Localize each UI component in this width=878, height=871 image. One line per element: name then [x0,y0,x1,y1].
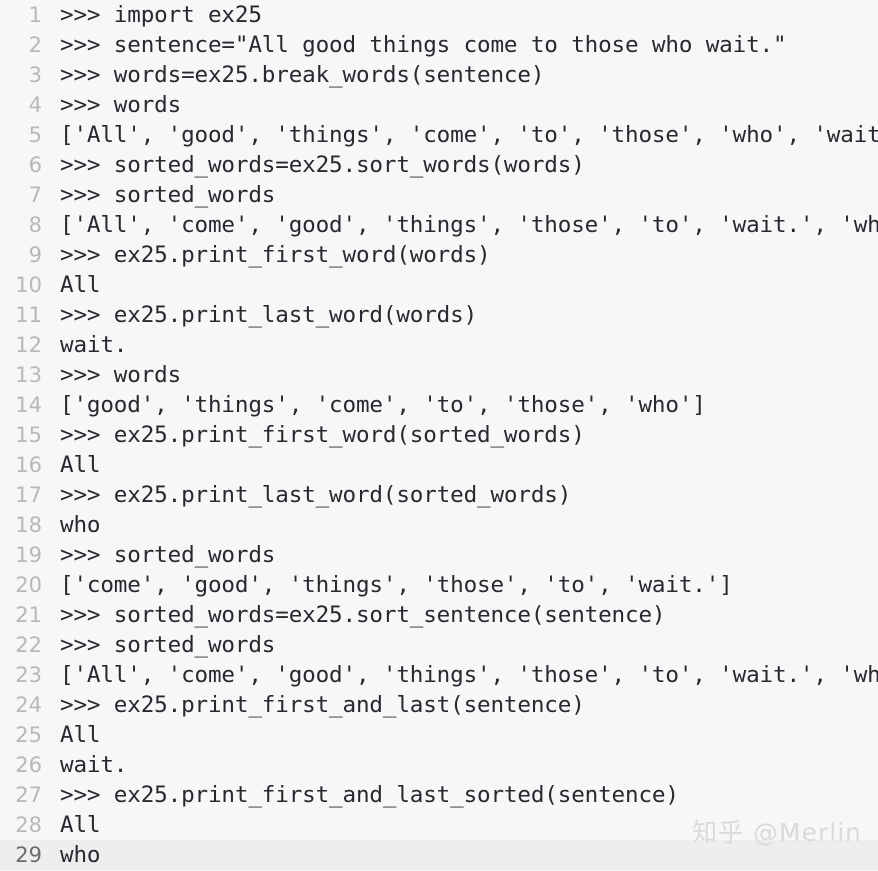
line-number: 14 [15,393,42,417]
code-line: 16 All [0,450,878,480]
code-line: 15 >>> ex25.print_first_word(sorted_words… [0,420,878,450]
line-number: 20 [15,573,42,597]
line-number: 18 [15,513,42,537]
code-line: 19 >>> sorted_words [0,540,878,570]
line-number: 19 [15,543,42,567]
code-line: 29 who [0,840,878,870]
code-line: 1 >>> import ex25 [0,0,878,30]
code-line-text: who [60,842,101,868]
code-line-text: >>> sorted_words=ex25.sort_sentence(sent… [60,602,666,628]
line-number: 21 [15,603,42,627]
line-number: 2 [28,33,42,57]
line-number: 13 [15,363,42,387]
code-line-text: >>> ex25.print_first_word(sorted_words) [60,422,585,448]
code-line-text: >>> ex25.print_last_word(words) [60,302,478,328]
code-line: 14 ['good', 'things', 'come', 'to', 'thos… [0,390,878,420]
code-line: 22 >>> sorted_words [0,630,878,660]
code-line: 9 >>> ex25.print_first_word(words) [0,240,878,270]
code-line: 6 >>> sorted_words=ex25.sort_words(words) [0,150,878,180]
code-line-text: All [60,812,101,838]
line-number: 6 [28,153,42,177]
code-line-text: >>> words [60,362,182,388]
code-line: 24 >>> ex25.print_first_and_last(sentence… [0,690,878,720]
code-line: 18 who [0,510,878,540]
code-line-list: 1 >>> import ex25 2 >>> sentence="All good … [0,0,878,870]
code-line: 12 wait. [0,330,878,360]
code-line-text: >>> ex25.print_first_word(words) [60,242,491,268]
code-line: 11 >>> ex25.print_last_word(words) [0,300,878,330]
code-line-text: All [60,272,101,298]
line-number: 22 [15,633,42,657]
code-line: 4 >>> words [0,90,878,120]
code-line-text: wait. [60,332,128,358]
code-line: 26 wait. [0,750,878,780]
code-line-text: >>> sorted_words [60,182,276,208]
code-line-text: ['All', 'come', 'good', 'things', 'those… [60,662,878,688]
code-line: 3 >>> words=ex25.break_words(sentence) [0,60,878,90]
line-number: 28 [15,813,42,837]
code-line: 2 >>> sentence="All good things come to t… [0,30,878,60]
code-line-text: All [60,722,101,748]
code-line-text: >>> ex25.print_last_word(sorted_words) [60,482,572,508]
code-line: 23 ['All', 'come', 'good', 'things', 'tho… [0,660,878,690]
code-line-text: All [60,452,101,478]
code-line-text: wait. [60,752,128,778]
code-line-text: >>> sentence="All good things come to th… [60,32,787,58]
code-line-text: >>> words=ex25.break_words(sentence) [60,62,545,88]
line-number: 8 [28,213,42,237]
code-line: 5 ['All', 'good', 'things', 'come', 'to',… [0,120,878,150]
code-line-text: >>> ex25.print_first_and_last_sorted(sen… [60,782,679,808]
line-number: 3 [28,63,42,87]
line-number: 25 [15,723,42,747]
code-line-text: >>> import ex25 [60,2,262,28]
code-line: 25 All [0,720,878,750]
code-line-text: >>> sorted_words [60,542,276,568]
code-line-text: >>> words [60,92,182,118]
code-line: 7 >>> sorted_words [0,180,878,210]
line-number: 5 [28,123,42,147]
line-number: 29 [15,843,42,867]
line-number: 27 [15,783,42,807]
line-number: 4 [28,93,42,117]
code-line: 8 ['All', 'come', 'good', 'things', 'thos… [0,210,878,240]
code-line: 21 >>> sorted_words=ex25.sort_sentence(se… [0,600,878,630]
line-number: 9 [28,243,42,267]
line-number: 12 [15,333,42,357]
code-block: 1 >>> import ex25 2 >>> sentence="All good … [0,0,878,871]
code-line-text: ['come', 'good', 'things', 'those', 'to'… [60,572,733,598]
line-number: 16 [15,453,42,477]
line-number: 10 [15,273,42,297]
line-number: 23 [15,663,42,687]
code-line-text: who [60,512,101,538]
code-line-text: ['All', 'come', 'good', 'things', 'those… [60,212,878,238]
code-line-text: ['All', 'good', 'things', 'come', 'to', … [60,122,878,148]
code-line: 28 All [0,810,878,840]
line-number: 1 [28,3,42,27]
line-number: 7 [28,183,42,207]
code-line-text: >>> sorted_words=ex25.sort_words(words) [60,152,585,178]
code-line-text: ['good', 'things', 'come', 'to', 'those'… [60,392,706,418]
code-line: 10 All [0,270,878,300]
code-line-text: >>> sorted_words [60,632,276,658]
code-line: 20 ['come', 'good', 'things', 'those', 't… [0,570,878,600]
code-line: 13 >>> words [0,360,878,390]
line-number: 17 [15,483,42,507]
line-number: 26 [15,753,42,777]
code-line: 17 >>> ex25.print_last_word(sorted_words) [0,480,878,510]
line-number: 11 [15,303,42,327]
code-line: 27 >>> ex25.print_first_and_last_sorted(s… [0,780,878,810]
line-number: 15 [15,423,42,447]
code-line-text: >>> ex25.print_first_and_last(sentence) [60,692,585,718]
line-number: 24 [15,693,42,717]
